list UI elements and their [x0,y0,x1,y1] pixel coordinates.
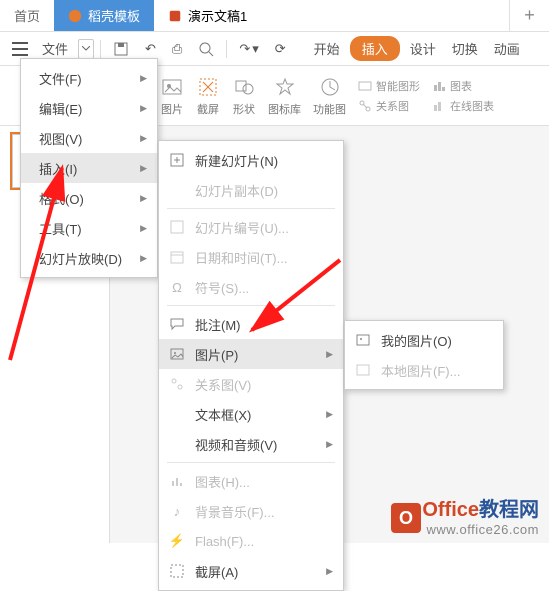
chart-icon [432,79,446,93]
presentation-icon [168,9,182,23]
number-icon [169,219,185,235]
redo-button[interactable]: ↷▾ [233,37,264,61]
save-icon [113,41,129,57]
new-tab-button[interactable]: + [509,0,549,31]
relation-icon [169,376,185,392]
menu-view[interactable]: 视图(V)▶ [21,123,157,153]
submenu-slide-number: 幻灯片编号(U)... [159,212,343,242]
menu-button[interactable] [6,38,34,60]
menu-edit[interactable]: 编辑(E)▶ [21,93,157,123]
smartart-icon [358,79,372,93]
ribbon-screenshot[interactable]: 截屏 [196,75,220,117]
ribbon-start[interactable]: 开始 [308,35,346,62]
calendar-icon [169,249,185,265]
submenu-media[interactable]: 视频和音频(V)▶ [159,429,343,459]
preview-icon [198,41,214,57]
file-menu-button[interactable]: 文件 [38,39,72,58]
ribbon-picture[interactable]: 图片 [160,75,184,117]
relation-icon [358,99,372,113]
submenu-dup-slide: 幻灯片副本(D) [159,175,343,205]
submenu-textbox[interactable]: 文本框(X)▶ [159,399,343,429]
submenu-relation: 关系图(V) [159,369,343,399]
music-icon: ♪ [169,503,185,519]
iconlib-icon [273,75,297,99]
tab-home[interactable]: 首页 [0,0,54,31]
submenu-bgmusic: ♪背景音乐(F)... [159,496,343,526]
chevron-down-icon [82,46,90,51]
new-slide-icon [169,152,185,168]
onlinechart-icon [432,99,446,113]
ribbon-smartart[interactable]: 智能图形 [358,78,420,94]
hamburger-icon [12,42,28,56]
menu-insert[interactable]: 插入(I)▶ [21,153,157,183]
submenu-picture[interactable]: 图片(P)▶ [159,339,343,369]
symbol-icon: Ω [169,279,185,295]
comment-icon [169,316,185,332]
submenu-screenshot[interactable]: 截屏(A)▶ [159,556,343,586]
print-button[interactable]: ⎙ [166,37,188,61]
undo-icon: ↶ [145,41,156,57]
picture-icon [355,332,371,348]
redo-icon: ↷ [239,41,250,57]
flash-icon: ⚡ [169,533,185,549]
ribbon-onlinechart[interactable]: 在线图表 [432,98,494,114]
screenshot-icon [196,75,220,99]
menu-slideshow[interactable]: 幻灯片放映(D)▶ [21,243,157,273]
ribbon-design[interactable]: 设计 [404,35,442,62]
ribbon-iconlib[interactable]: 图标库 [268,75,301,117]
submenu-symbol: Ω符号(S)... [159,272,343,302]
submenu-new-slide[interactable]: 新建幻灯片(N) [159,145,343,175]
watermark-logo: O [391,503,421,533]
file-dropdown-button[interactable] [78,39,94,59]
template-icon [68,9,82,23]
tab-template[interactable]: 稻壳模板 [54,0,154,31]
screenshot-icon [169,563,185,579]
ribbon-insert[interactable]: 插入 [350,36,400,61]
submenu-datetime: 日期和时间(T)... [159,242,343,272]
ribbon-chart[interactable]: 图表 [432,78,494,94]
menu-tools[interactable]: 工具(T)▶ [21,213,157,243]
preview-button[interactable] [192,37,220,61]
shape-icon [232,75,256,99]
insert-submenu: 新建幻灯片(N) 幻灯片副本(D) 幻灯片编号(U)... 日期和时间(T)..… [158,140,344,591]
ribbon-relation[interactable]: 关系图 [358,98,420,114]
print-icon: ⎙ [172,41,182,57]
ribbon-animation[interactable]: 动画 [488,35,526,62]
chart-icon [169,473,185,489]
picture-submenu: 我的图片(O) 本地图片(F)... [344,320,504,390]
undo-button[interactable]: ↶ [139,37,162,61]
watermark: Office教程网 www.office26.com [422,493,539,537]
save-button[interactable] [107,37,135,61]
picture-icon [355,362,371,378]
submenu-comment[interactable]: 批注(M) [159,309,343,339]
picture-icon [160,75,184,99]
submenu-flash: ⚡Flash(F)... [159,526,343,556]
submenu-chart: 图表(H)... [159,466,343,496]
menu-file[interactable]: 文件(F)▶ [21,63,157,93]
file-menu: 文件(F)▶ 编辑(E)▶ 视图(V)▶ 插入(I)▶ 格式(O)▶ 工具(T)… [20,58,158,278]
tab-document[interactable]: 演示文稿1 [154,0,261,31]
ribbon-shape[interactable]: 形状 [232,75,256,117]
funcimg-icon [318,75,342,99]
ribbon-transition[interactable]: 切换 [446,35,484,62]
submenu-my-pictures[interactable]: 我的图片(O) [345,325,503,355]
ribbon-funcimg[interactable]: 功能图 [313,75,346,117]
menu-format[interactable]: 格式(O)▶ [21,183,157,213]
submenu-local-picture: 本地图片(F)... [345,355,503,385]
picture-icon [169,346,185,362]
repeat-button[interactable]: ⟳ [269,37,292,61]
